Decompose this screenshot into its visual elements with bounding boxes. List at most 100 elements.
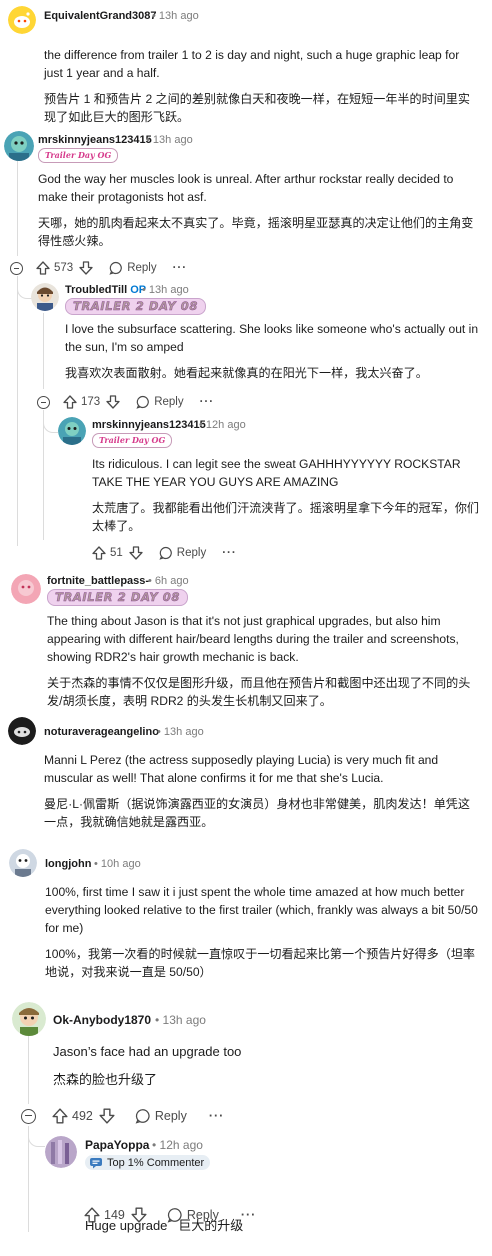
avatar[interactable]: [4, 131, 34, 161]
avatar[interactable]: [9, 849, 37, 877]
reply-button[interactable]: Reply: [135, 1108, 187, 1124]
username[interactable]: TroubledTill OP: [65, 284, 146, 296]
vote-bar: 173 Reply ···: [63, 393, 214, 411]
username[interactable]: mrskinnyjeans123415: [92, 419, 206, 431]
collapse-thread-icon[interactable]: [21, 1109, 36, 1124]
comment-body: I love the subsurface scattering. She lo…: [65, 320, 480, 382]
reply-label: Reply: [127, 262, 157, 274]
vote-count: 492: [72, 1109, 93, 1123]
more-options-icon[interactable]: ···: [241, 1208, 257, 1222]
user-avatar-icon: [31, 283, 59, 311]
user-flair: Trailer Day OG: [38, 148, 119, 163]
reply-button[interactable]: Reply: [109, 261, 157, 275]
thread-connector: [28, 1128, 45, 1147]
collapse-thread-icon[interactable]: [10, 262, 23, 275]
reply-bubble-icon: [159, 546, 172, 560]
comment-text-en: I love the subsurface scattering. She lo…: [65, 322, 479, 354]
user-avatar-icon: [9, 849, 37, 877]
avatar[interactable]: [8, 717, 36, 745]
vote-bar: 573 Reply ···: [36, 259, 187, 277]
timestamp: • 13h ago: [152, 10, 199, 22]
comment-text-en: 100%, first time I saw it i just spent t…: [45, 885, 478, 935]
comment-badge-icon: [90, 1157, 102, 1168]
upvote-icon[interactable]: [92, 546, 106, 560]
comment-body: Jason’s face had an upgrade too 杰森的脸也升级了: [53, 1042, 480, 1090]
user-flair: TRAILER 2 DAY 08: [47, 589, 188, 606]
vote-count: 173: [81, 396, 101, 408]
comment-body: Manni L Perez (the actress supposedly pl…: [44, 751, 480, 831]
reply-bubble-icon: [136, 395, 149, 409]
badge-label: Top 1% Commenter: [107, 1156, 205, 1169]
upvote-icon[interactable]: [63, 395, 77, 409]
upvote-icon[interactable]: [36, 261, 50, 275]
downvote-icon[interactable]: [129, 546, 143, 560]
avatar[interactable]: [45, 1136, 77, 1168]
user-flair: Trailer Day OG: [92, 433, 173, 448]
thread-line: [17, 276, 18, 546]
thread-connector: [43, 412, 58, 433]
comment-text-zh: 预告片 1 和预告片 2 之间的差别就像白天和夜晚一样，在短短一年半的时间里实现…: [44, 92, 470, 124]
thread-line: [17, 160, 18, 256]
comment-text-en: Jason’s face had an upgrade too: [53, 1044, 242, 1059]
vote-bar: 492 Reply ···: [52, 1107, 224, 1125]
downvote-icon[interactable]: [79, 261, 93, 275]
comment-text-zh: 天哪，她的肌肉看起来太不真实了。毕竟，摇滚明星亚瑟真的决定让他们的主角变得性感火…: [38, 216, 474, 248]
user-avatar-icon: [12, 1002, 46, 1036]
reply-label: Reply: [154, 1109, 187, 1123]
downvote-icon[interactable]: [99, 1108, 115, 1124]
timestamp: • 13h ago: [142, 284, 189, 296]
username[interactable]: PapaYoppa: [85, 1138, 149, 1152]
avatar[interactable]: [58, 417, 86, 445]
reply-button[interactable]: Reply: [159, 546, 206, 560]
timestamp: • 12h ago: [199, 419, 246, 431]
comment-text-en: Manni L Perez (the actress supposedly pl…: [44, 753, 439, 785]
downvote-icon[interactable]: [106, 395, 120, 409]
username[interactable]: fortnite_battlepass-: [47, 575, 149, 587]
reply-button[interactable]: Reply: [136, 395, 184, 409]
reply-button[interactable]: Reply: [167, 1207, 219, 1223]
vote-bar: 51 Reply ···: [92, 544, 237, 562]
comment-text-en: Its ridiculous. I can legit see the swea…: [92, 457, 461, 489]
username[interactable]: longjohn: [45, 858, 91, 870]
comment-text-en: The thing about Jason is that it's not j…: [47, 614, 459, 664]
comment-body: 100%, first time I saw it i just spent t…: [45, 883, 480, 981]
more-options-icon[interactable]: ···: [200, 396, 215, 408]
timestamp: • 10h ago: [94, 858, 141, 870]
reply-bubble-icon: [109, 261, 122, 275]
comment-text-zh: 我喜欢次表面散射。她看起来就像真的在阳光下一样，我太兴奋了。: [65, 366, 428, 380]
upvote-icon[interactable]: [84, 1207, 100, 1223]
more-options-icon[interactable]: ···: [209, 1109, 225, 1123]
downvote-icon[interactable]: [131, 1207, 147, 1223]
comment-body: the difference from trailer 1 to 2 is da…: [44, 46, 480, 126]
reply-label: Reply: [186, 1208, 219, 1222]
username[interactable]: mrskinnyjeans123415: [38, 134, 152, 146]
more-options-icon[interactable]: ···: [222, 547, 237, 559]
timestamp: • 13h ago: [157, 726, 204, 738]
avatar[interactable]: [12, 1002, 46, 1036]
vote-count: 51: [110, 547, 123, 559]
avatar[interactable]: [11, 574, 41, 604]
timestamp: • 6h ago: [148, 575, 189, 587]
comment-text-zh: 太荒唐了。我都能看出他们汗流浃背了。摇滚明星拿下今年的冠军，你们太棒了。: [92, 501, 480, 533]
comment-text-zh: 关于杰森的事情不仅仅是图形升级，而且他在预告片和截图中还出现了不同的头发/胡须长…: [47, 676, 471, 708]
vote-count: 573: [54, 262, 74, 274]
thread-line: [28, 1036, 29, 1104]
avatar[interactable]: [31, 283, 59, 311]
username[interactable]: EquivalentGrand3087: [44, 10, 157, 22]
reply-label: Reply: [176, 547, 207, 559]
more-options-icon[interactable]: ···: [173, 262, 188, 274]
comment-body: The thing about Jason is that it's not j…: [47, 612, 480, 710]
comment-text-zh: 曼尼·L·佩雷斯（据说饰演露西亚的女演员）身材也非常健美，肌肉发达！单凭这一点，…: [44, 797, 470, 829]
collapse-thread-icon[interactable]: [37, 396, 50, 409]
user-flair: TRAILER 2 DAY 08: [65, 298, 206, 315]
reply-bubble-icon: [135, 1109, 150, 1124]
user-avatar-icon: [11, 574, 41, 604]
user-avatar-icon: [8, 717, 36, 745]
avatar[interactable]: [8, 6, 36, 34]
timestamp: • 13h ago: [155, 1013, 206, 1027]
comment-body: Its ridiculous. I can legit see the swea…: [92, 455, 480, 535]
comment-text-zh: 100%，我第一次看的时候就一直惊叹于一切看起来比第一个预告片好得多（坦率地说，…: [45, 947, 476, 979]
username[interactable]: Ok-Anybody1870: [53, 1013, 151, 1027]
username[interactable]: noturaverageangelino: [44, 726, 159, 738]
upvote-icon[interactable]: [52, 1108, 68, 1124]
